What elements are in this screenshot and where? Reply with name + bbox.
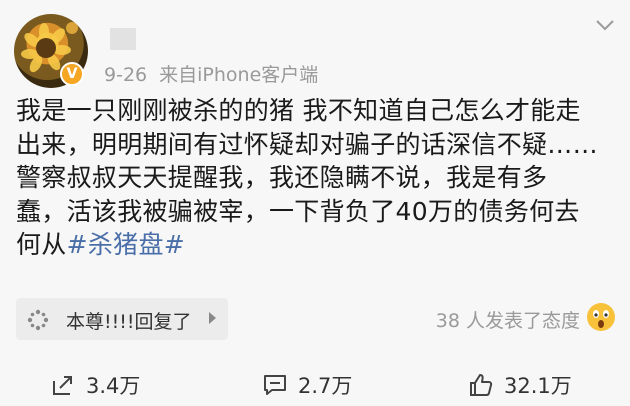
verified-badge-icon: V xyxy=(60,62,84,86)
share-button[interactable]: 3.4万 xyxy=(50,368,140,402)
post-text-line: 出来，明明期间有过怀疑却对骗子的话深信不疑…… xyxy=(16,129,598,159)
like-button[interactable]: 32.1万 xyxy=(468,368,572,402)
action-bar: 3.4万 2.7万 32.1万 xyxy=(0,364,630,406)
reactions-summary[interactable]: 38 人发表了态度 xyxy=(436,306,580,333)
post-source: 来自iPhone客户端 xyxy=(159,64,319,86)
post-date: 9-26 xyxy=(104,64,148,86)
post-text-line: 何从#杀猪盘# xyxy=(16,228,620,262)
chevron-down-icon[interactable] xyxy=(594,14,616,36)
like-count: 32.1万 xyxy=(504,374,572,398)
post-text-prefix: 何从 xyxy=(16,230,67,259)
comment-icon xyxy=(264,375,286,395)
post-text-line: 警察叔叔天天提醒我，我还隐瞒不说，我是有多 xyxy=(16,163,548,192)
reply-chip-label: 本尊!!!!回复了 xyxy=(66,311,192,333)
post-meta: 9-26 来自iPhone客户端 xyxy=(104,60,318,87)
author-reply-chip[interactable]: 本尊!!!!回复了 xyxy=(16,298,228,340)
share-count: 3.4万 xyxy=(86,374,141,398)
username-redacted[interactable] xyxy=(110,28,136,50)
share-icon xyxy=(53,376,72,395)
play-arrow-icon xyxy=(209,312,216,324)
weibo-post-card: V 9-26 来自iPhone客户端 我是一只刚刚被杀的的猪 我不知道自己怎么才能… xyxy=(0,0,630,406)
hashtag-link[interactable]: #杀猪盘# xyxy=(67,230,185,259)
post-text-line: 我是一只刚刚被杀的的猪 我不知道自己怎么才能走 xyxy=(16,96,581,125)
comment-count: 2.7万 xyxy=(298,374,353,398)
comment-button[interactable]: 2.7万 xyxy=(262,368,352,402)
surprised-face-icon[interactable] xyxy=(586,302,616,332)
sparkle-icon xyxy=(27,309,49,331)
thumbs-up-icon xyxy=(470,374,493,396)
post-text: 我是一只刚刚被杀的的猪 我不知道自己怎么才能走 出来，明明期间有过怀疑却对骗子的… xyxy=(16,94,620,262)
post-text-line: 蠢，活该我被骗被宰，一下背负了40万的债务何去 xyxy=(16,196,580,226)
